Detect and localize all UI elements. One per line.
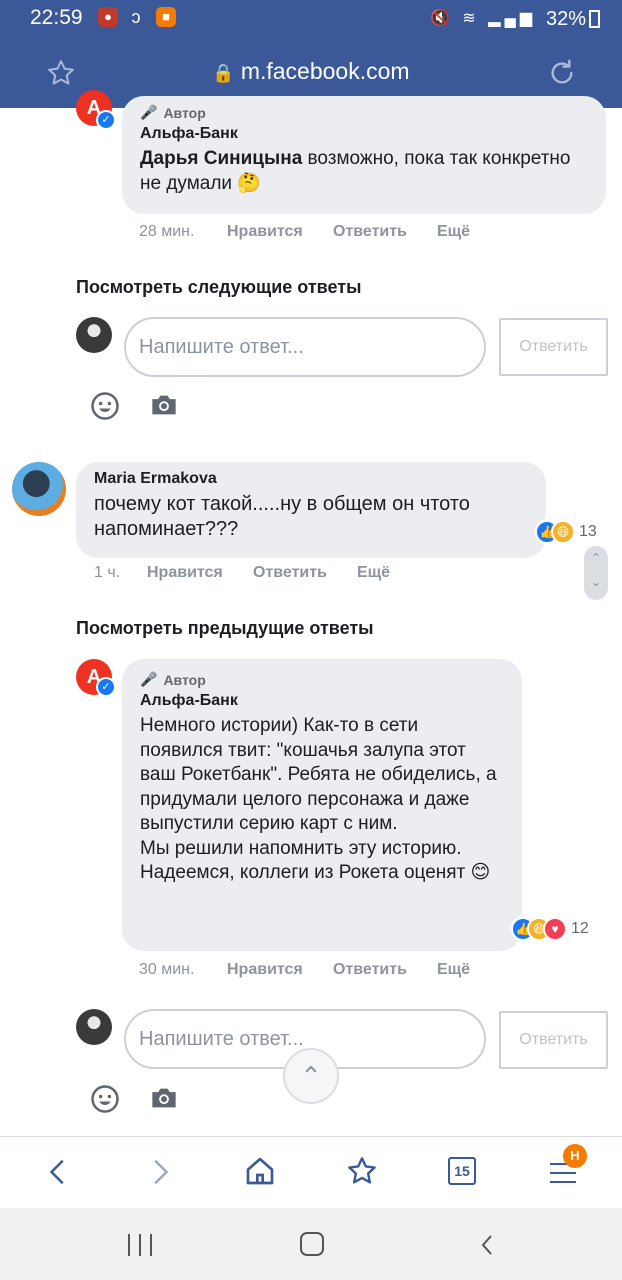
love-reaction-icon: ♥ [543,917,567,941]
more-link[interactable]: Ещё [437,223,470,241]
reactions-count: 12 [571,920,589,937]
back-icon[interactable] [44,1157,74,1187]
reactions-summary[interactable]: 👍 😆 13 [535,518,597,546]
reload-icon[interactable] [546,57,578,89]
user-avatar [76,317,112,353]
comment-bubble-maria: Maria Ermakova почему кот такой.....ну в… [76,462,546,558]
battery-level: 32% [545,8,586,30]
camera-icon[interactable] [150,392,178,418]
lock-icon: 🔒 [212,63,235,83]
comment-time[interactable]: 1 ч. [94,564,147,582]
scroll-to-top-button[interactable]: ⌃ [283,1048,339,1104]
browser-bottom-nav: 15 Н [0,1136,622,1208]
menu-badge: Н [563,1144,587,1168]
comment-author[interactable]: Альфа-Банк [140,692,504,710]
previous-replies-link[interactable]: Посмотреть предыдущие ответы [76,618,374,639]
comment-text: почему кот такой.....ну в общем он чтото… [94,493,470,540]
forward-icon[interactable] [144,1157,174,1187]
comment-text: Дарья Синицына возможно, пока так конкре… [140,148,571,194]
comment-time[interactable]: 30 мин. [139,961,227,979]
reply-submit-button[interactable]: Ответить [499,1011,608,1069]
comment-bubble-bank: 🎤 Автор Альфа-Банк Немного истории) Как-т… [122,659,522,951]
microphone-icon: 🎤 [140,671,158,687]
battery-icon [589,10,600,28]
like-link[interactable]: Нравится [147,564,253,582]
more-link[interactable]: Ещё [437,961,470,979]
like-link[interactable]: Нравится [227,223,333,241]
haha-reaction-icon: 😆 [551,520,575,544]
comment-author[interactable]: Альфа-Банк [140,125,588,143]
bookmarks-icon[interactable] [346,1155,378,1187]
home-icon[interactable] [244,1155,276,1187]
recent-apps-icon[interactable] [128,1234,152,1256]
comment-bubble: 🎤 Автор Альфа-Банк Дарья Синицына возможн… [122,96,606,214]
tabs-icon[interactable]: 15 [448,1157,476,1185]
reactions-count: 13 [579,523,597,540]
url-field[interactable]: 🔒 m.facebook.com [0,58,622,85]
camera-icon[interactable] [150,1085,178,1111]
url-text: m.facebook.com [240,58,410,84]
author-badge: 🎤 Автор [140,104,206,121]
comment-time[interactable]: 28 мин. [139,223,227,241]
comment-meta: 1 ч. Нравится Ответить Ещё [94,564,390,582]
next-replies-link[interactable]: Посмотреть следующие ответы [76,277,361,298]
home-button-icon[interactable] [300,1232,324,1256]
author-badge: 🎤 Автор [140,671,206,688]
comment-meta: 30 мин. Нравится Ответить Ещё [139,961,470,979]
emoji-icon[interactable] [90,391,120,421]
microphone-icon: 🎤 [140,104,158,120]
emoji-icon[interactable] [90,1084,120,1114]
comment-meta: 28 мин. Нравится Ответить Ещё [139,223,470,241]
mention-link[interactable]: Дарья Синицына [140,148,302,169]
comment-text: Немного истории) Как-то в сети появился … [140,715,497,883]
user-avatar [76,1009,112,1045]
app-notification-icon-2: ■ [156,7,176,27]
reactions-summary[interactable]: 👍 😆 ♥ 12 [511,915,589,943]
status-time: 22:59 [30,6,83,29]
more-link[interactable]: Ещё [357,564,390,582]
signal-icons: 🔇 ≋ ▂▄▆ [430,10,537,27]
verified-icon: ✓ [96,110,116,130]
reply-link[interactable]: Ответить [333,961,437,979]
like-link[interactable]: Нравится [227,961,333,979]
scroll-arrows[interactable]: ⌃ ⌄ [584,546,608,600]
reply-input[interactable]: Напишите ответ... [124,317,486,377]
comment-author[interactable]: Maria Ermakova [94,470,528,488]
maria-avatar[interactable] [12,462,66,516]
verified-icon: ✓ [96,677,116,697]
reply-link[interactable]: Ответить [253,564,357,582]
reply-submit-button[interactable]: Ответить [499,318,608,376]
reply-link[interactable]: Ответить [333,223,437,241]
app-notification-icon: ● [98,7,118,27]
system-nav-bar [0,1208,622,1280]
swirl-notification-icon: ↄ [131,7,141,27]
system-back-icon[interactable] [476,1232,500,1258]
